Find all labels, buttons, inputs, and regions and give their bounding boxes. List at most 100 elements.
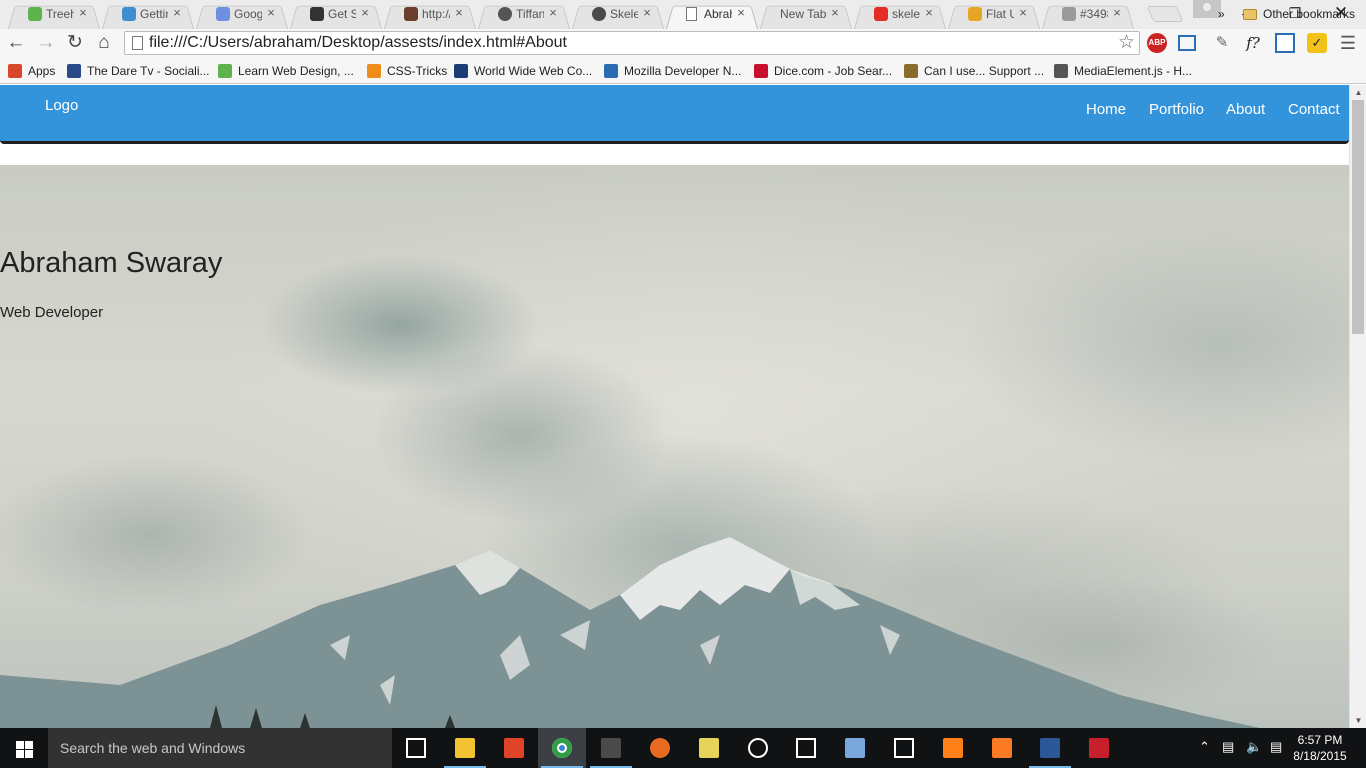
scroll-up-arrow-icon[interactable]: ▲ — [1350, 85, 1366, 100]
tab-close-icon[interactable]: × — [640, 5, 654, 21]
tab-close-icon[interactable]: × — [546, 5, 560, 21]
bookmark-item[interactable]: Can I use... Support ... — [904, 62, 1044, 80]
taskbar-app-button[interactable] — [831, 728, 879, 768]
network-icon[interactable]: ▤ — [1222, 739, 1234, 755]
tab-close-icon[interactable]: × — [828, 5, 842, 21]
browser-tab[interactable]: http://v× — [384, 1, 476, 30]
screen-capture-icon[interactable] — [1178, 35, 1196, 51]
home-button[interactable]: ⌂ — [93, 32, 115, 54]
task-view-icon — [406, 738, 426, 758]
taskbar-app-button[interactable] — [929, 728, 977, 768]
tab-title: skeleto — [892, 7, 920, 21]
profile-avatar-button[interactable] — [1193, 0, 1221, 18]
browser-tab[interactable]: #3498d× — [1042, 1, 1134, 30]
reload-button[interactable]: ↻ — [64, 32, 86, 54]
checkmark-extension-icon[interactable]: ✓ — [1307, 33, 1327, 53]
nav-home-link[interactable]: Home — [1086, 101, 1126, 118]
tab-title: Getting — [140, 7, 168, 21]
taskbar-app-button[interactable] — [1075, 728, 1123, 768]
bookmark-item[interactable]: World Wide Web Co... — [454, 62, 592, 80]
browser-tab[interactable]: Flat UI× — [948, 1, 1040, 30]
taskbar-app-button[interactable] — [734, 728, 782, 768]
treehouse-icon — [218, 64, 232, 78]
bookmark-label: Can I use... Support ... — [924, 64, 1045, 78]
tab-close-icon[interactable]: × — [264, 5, 278, 21]
taskbar-app-button[interactable] — [392, 728, 440, 768]
flag-icon — [310, 7, 324, 21]
site-logo[interactable]: Logo — [45, 97, 78, 114]
tab-close-icon[interactable]: × — [734, 5, 748, 21]
tab-title: Skeleto — [610, 7, 638, 21]
address-url[interactable]: file:///C:/Users/abraham/Desktop/assests… — [149, 34, 567, 52]
new-tab-button[interactable] — [1146, 6, 1184, 22]
bookmark-item[interactable]: Apps — [8, 62, 55, 80]
tab-close-icon[interactable]: × — [922, 5, 936, 21]
browser-tab[interactable]: Get Sta× — [290, 1, 382, 30]
browser-tab[interactable]: Getting× — [102, 1, 194, 30]
eyedropper-icon[interactable]: ✎ — [1212, 33, 1232, 53]
whatfont-extension-icon[interactable]: f? — [1243, 33, 1263, 53]
taskbar-clock[interactable]: 6:57 PM 8/18/2015 — [1290, 732, 1350, 764]
taskbar-app-button[interactable] — [490, 728, 538, 768]
tab-title: Google — [234, 7, 262, 21]
taskbar-app-button[interactable] — [782, 728, 830, 768]
browser-tab[interactable]: Abraha× — [666, 1, 758, 30]
taskbar-app-button[interactable] — [978, 728, 1026, 768]
browser-tab[interactable]: Skeleto× — [572, 1, 664, 30]
bookmark-label: The Dare Tv - Sociali... — [87, 64, 210, 78]
vertical-scrollbar[interactable]: ▲ ▼ — [1349, 85, 1366, 728]
tab-close-icon[interactable]: × — [76, 5, 90, 21]
bookmarks-overflow-button[interactable]: » — [1218, 5, 1225, 23]
nav-contact-link[interactable]: Contact — [1288, 101, 1340, 118]
tab-close-icon[interactable]: × — [452, 5, 466, 21]
forward-button[interactable]: → — [35, 32, 57, 54]
bookmark-label: Learn Web Design, ... — [238, 64, 354, 78]
explorer-folder-icon — [698, 738, 719, 758]
chrome-menu-icon[interactable]: ☰ — [1338, 33, 1358, 53]
taskbar-app-button[interactable] — [880, 728, 928, 768]
clock-time: 6:57 PM — [1297, 733, 1343, 747]
show-hidden-icons-icon[interactable]: ⌃ — [1199, 739, 1210, 755]
scroll-down-arrow-icon[interactable]: ▼ — [1350, 713, 1366, 728]
tab-close-icon[interactable]: × — [170, 5, 184, 21]
bookmark-item[interactable]: The Dare Tv - Sociali... — [67, 62, 209, 80]
tab-close-icon[interactable]: × — [1016, 5, 1030, 21]
tab-title: http://v — [422, 7, 450, 21]
browser-tab[interactable]: skeleto× — [854, 1, 946, 30]
address-bar[interactable]: file:///C:/Users/abraham/Desktop/assests… — [124, 31, 1140, 55]
scrollbar-thumb[interactable] — [1352, 100, 1364, 334]
hero-role-text: Web Developer — [0, 304, 104, 321]
adblock-extension-icon[interactable]: ABP — [1147, 33, 1167, 53]
browser-tab[interactable]: Tiffany× — [478, 1, 570, 30]
bookmark-item[interactable]: CSS-Tricks — [367, 62, 447, 80]
browser-tab[interactable]: Treehou× — [8, 1, 100, 30]
taskbar-app-button[interactable] — [441, 728, 489, 768]
tab-close-icon[interactable]: × — [1110, 5, 1124, 21]
tab-title: Abraha — [704, 7, 732, 21]
taskbar-app-button[interactable] — [1026, 728, 1074, 768]
bookmark-star-icon[interactable]: ☆ — [1118, 32, 1135, 54]
caniuse-icon — [904, 64, 918, 78]
taskbar-app-button[interactable] — [538, 728, 587, 768]
tab-close-icon[interactable]: × — [358, 5, 372, 21]
bookmark-item[interactable]: MediaElement.js - H... — [1054, 62, 1192, 80]
taskbar-app-button[interactable] — [685, 728, 733, 768]
bookmark-item[interactable]: Mozilla Developer N... — [604, 62, 741, 80]
nav-about-link[interactable]: About — [1226, 101, 1265, 118]
window-resizer-icon[interactable] — [1275, 33, 1295, 53]
back-button[interactable]: ← — [5, 32, 27, 54]
bookmark-item[interactable]: Dice.com - Job Sear... — [754, 62, 892, 80]
other-bookmarks-folder[interactable]: Other bookmarks — [1243, 5, 1355, 23]
bookmark-item[interactable]: Learn Web Design, ... — [218, 62, 354, 80]
volume-icon[interactable]: 🔈 — [1246, 739, 1262, 755]
taskbar-app-button[interactable] — [587, 728, 635, 768]
flat-ui-icon — [968, 7, 982, 21]
browser-tab[interactable]: New Tab × — [760, 1, 852, 30]
nav-portfolio-link[interactable]: Portfolio — [1149, 101, 1204, 118]
taskbar-app-button[interactable] — [636, 728, 684, 768]
start-button[interactable] — [0, 728, 48, 768]
monitor-icon — [67, 64, 81, 78]
taskbar-search-box[interactable]: Search the web and Windows — [48, 728, 392, 768]
action-center-icon[interactable]: ▤ — [1270, 739, 1282, 755]
browser-tab[interactable]: Google× — [196, 1, 288, 30]
